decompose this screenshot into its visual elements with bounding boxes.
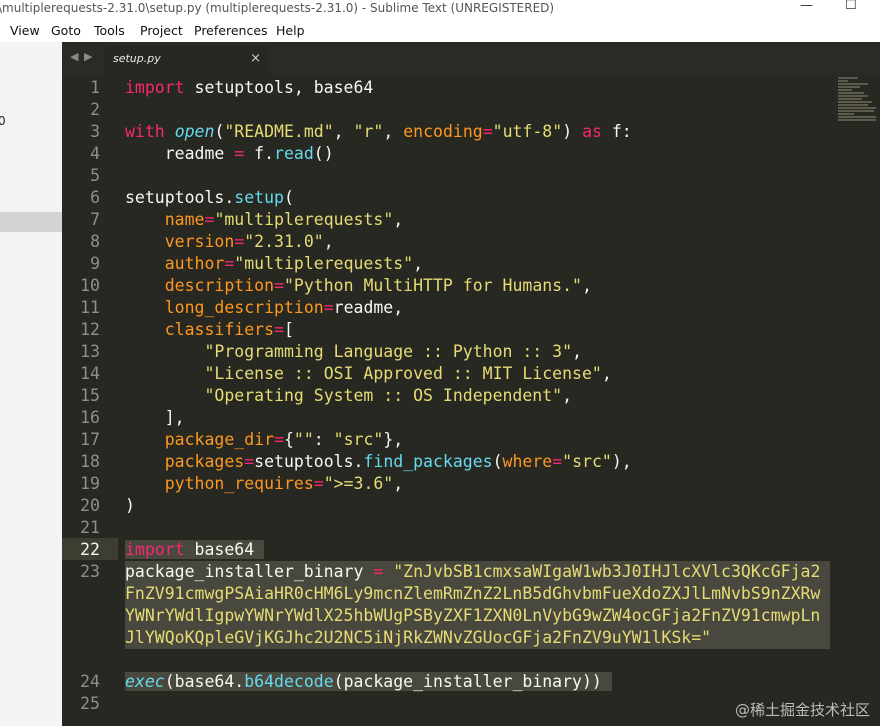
- code-editor[interactable]: 1 import setuptools, base64 2 3 with open(…: [62, 74, 880, 726]
- code-line: 13 "Programming Language :: Python :: 3"…: [80, 342, 582, 361]
- tab-scroll-left-icon[interactable]: ◀: [70, 50, 78, 63]
- code-line: 11 long_description=readme,: [80, 298, 404, 317]
- code-line: 8 version="2.31.0",: [90, 232, 334, 251]
- menu-view[interactable]: View: [10, 23, 40, 38]
- code-line: 14 "License :: OSI Approved :: MIT Licen…: [80, 364, 612, 383]
- code-line: 10 description="Python MultiHTTP for Hum…: [80, 276, 592, 295]
- code-line: 18 packages=setuptools.find_packages(whe…: [80, 452, 632, 471]
- code-lines: 1 import setuptools, base64 2 3 with open(…: [62, 77, 880, 715]
- code-line: 3 with open("README.md", "r", encoding="u…: [90, 122, 632, 141]
- code-line: 19 python_requires=">=3.6",: [80, 474, 404, 493]
- menu-preferences[interactable]: Preferences: [194, 23, 268, 38]
- code-line: 24 exec(base64.b64decode(package_installe…: [80, 672, 612, 691]
- code-line: 2: [90, 100, 100, 119]
- tab-label: setup.py: [113, 52, 161, 65]
- code-line: 7 name="multiplerequests",: [90, 210, 404, 229]
- window-title: \multiplerequests-2.31.0\setup.py (multi…: [0, 1, 555, 15]
- code-line: 12 classifiers=[: [80, 320, 294, 339]
- current-line-number: 22: [80, 540, 100, 559]
- tab-setup-py[interactable]: setup.py ×: [103, 46, 269, 74]
- maximize-button[interactable]: ☐: [845, 0, 857, 14]
- sidebar-item-fragment[interactable]: 0: [0, 114, 6, 128]
- code-line: 15 "Operating System :: OS Independent",: [80, 386, 573, 405]
- close-icon[interactable]: ×: [250, 51, 261, 66]
- code-line: 1 import setuptools, base64: [90, 78, 374, 97]
- menu-tools[interactable]: Tools: [94, 23, 125, 38]
- code-line: 6 setuptools.setup(: [90, 188, 294, 207]
- code-line: 20): [80, 496, 135, 515]
- minimize-button[interactable]: —: [800, 0, 813, 14]
- code-line: 9 author="multiplerequests",: [90, 254, 424, 273]
- code-line: 5: [90, 166, 100, 185]
- code-line-current: 22 import base64: [62, 539, 880, 561]
- code-line: 4 readme = f.read(): [90, 144, 334, 163]
- sidebar: 0: [0, 42, 63, 726]
- code-line: 21: [80, 518, 100, 537]
- sidebar-selected-row[interactable]: [0, 212, 62, 232]
- tab-scroll-right-icon[interactable]: ▶: [84, 50, 92, 63]
- menu-project[interactable]: Project: [140, 23, 183, 38]
- code-line-encoded-payload: 23 package_installer_binary = "ZnJvbSB1cm…: [62, 561, 880, 671]
- menu-help[interactable]: Help: [276, 23, 305, 38]
- watermark: @稀土掘金技术社区: [734, 701, 870, 719]
- code-line: 16 ],: [80, 408, 185, 427]
- code-line: 17 package_dir={"": "src"},: [80, 430, 404, 449]
- title-bar: \multiplerequests-2.31.0\setup.py (multi…: [0, 0, 880, 20]
- menu-goto[interactable]: Goto: [51, 23, 81, 38]
- tab-bar: ◀ ▶ setup.py ×: [62, 42, 880, 74]
- menu-bar: View Goto Tools Project Preferences Help: [0, 20, 880, 42]
